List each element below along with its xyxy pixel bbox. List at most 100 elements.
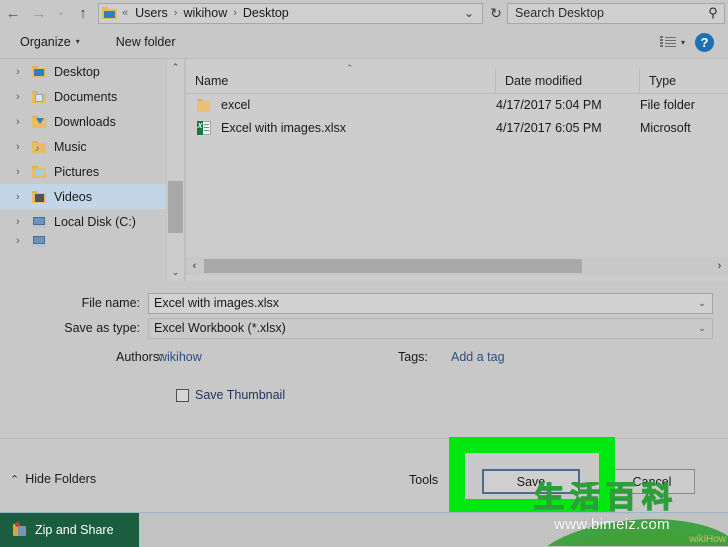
disk-icon	[31, 234, 49, 248]
documents-icon	[31, 89, 49, 105]
scrollbar-thumb[interactable]	[204, 259, 582, 273]
file-name-value: Excel with images.xlsx	[149, 296, 692, 310]
forward-button[interactable]: →	[26, 1, 52, 25]
authors-value[interactable]: wikihow	[158, 350, 202, 364]
tools-label: Tools	[409, 473, 438, 487]
organize-label: Organize	[20, 35, 71, 49]
file-list-pane: Name ⌃ Date modified Type excel 4/17/201…	[186, 59, 728, 281]
scroll-up-icon[interactable]: ⌃	[167, 59, 184, 76]
excel-file-icon: X	[195, 120, 213, 136]
tree-item-documents[interactable]: › Documents	[0, 84, 166, 109]
chevron-right-icon[interactable]: ›	[16, 141, 31, 153]
up-button[interactable]: ↑	[70, 1, 96, 25]
tree-item-partial[interactable]: ›	[0, 234, 166, 248]
scroll-left-icon[interactable]: ‹	[186, 257, 203, 275]
tree-item-label: Downloads	[52, 115, 116, 129]
table-row[interactable]: X Excel with images.xlsx 4/17/2017 6:05 …	[186, 116, 728, 139]
back-icon: ←	[6, 6, 21, 21]
breadcrumb-separator-icon[interactable]: ›	[171, 7, 181, 19]
file-name-cell: X Excel with images.xlsx	[186, 120, 496, 136]
tree-item-downloads[interactable]: › Downloads	[0, 109, 166, 134]
column-header-date-modified[interactable]: Date modified	[496, 69, 640, 93]
cancel-button[interactable]: Cancel	[609, 469, 695, 494]
breadcrumb-item-desktop[interactable]: Desktop	[240, 5, 292, 21]
table-row[interactable]: excel 4/17/2017 5:04 PM File folder	[186, 93, 728, 116]
help-button[interactable]: ?	[695, 33, 714, 52]
videos-icon	[31, 189, 49, 205]
scroll-down-icon[interactable]: ⌄	[167, 264, 184, 281]
hide-folders-label: Hide Folders	[25, 472, 96, 486]
file-type-cell: Microsoft	[640, 121, 728, 135]
arrow-up-icon: ↑	[79, 6, 87, 21]
tree-item-pictures[interactable]: › Pictures	[0, 159, 166, 184]
save-thumbnail-row[interactable]: Save Thumbnail	[176, 388, 285, 402]
file-list-header: Name ⌃ Date modified Type	[186, 69, 728, 94]
file-name-input[interactable]: Excel with images.xlsx ⌄	[148, 293, 713, 314]
recent-locations-button[interactable]: ⌄	[52, 1, 70, 25]
breadcrumb-item-wikihow[interactable]: wikihow	[180, 5, 230, 21]
downloads-icon	[31, 114, 49, 130]
tree-vertical-scrollbar[interactable]: ⌃ ⌄	[166, 59, 184, 281]
file-list-rows: excel 4/17/2017 5:04 PM File folder X Ex…	[186, 93, 728, 139]
breadcrumb-dropdown-icon[interactable]: ⌄	[456, 6, 482, 20]
sort-ascending-icon: ⌃	[346, 63, 354, 74]
add-a-tag-field[interactable]: Add a tag	[451, 350, 505, 364]
breadcrumb-separator-icon[interactable]: ›	[230, 7, 240, 19]
file-list-horizontal-scrollbar[interactable]: ‹ ›	[186, 257, 728, 275]
view-layout-icon[interactable]	[659, 35, 677, 49]
chevron-right-icon[interactable]: ›	[16, 191, 31, 203]
column-header-name[interactable]: Name ⌃	[186, 69, 496, 93]
view-options-chevron-down-icon[interactable]: ▾	[679, 38, 695, 47]
new-folder-label: New folder	[116, 35, 176, 49]
breadcrumb-overflow-icon[interactable]: «	[122, 7, 128, 19]
save-as-type-select[interactable]: Excel Workbook (*.xlsx) ⌄	[148, 318, 713, 339]
save-as-type-value: Excel Workbook (*.xlsx)	[149, 321, 692, 335]
search-icon[interactable]: ⚲	[702, 5, 724, 21]
search-placeholder: Search Desktop	[508, 6, 702, 20]
dialog-body: › Desktop › Documents › Downloads › ♪ Mu…	[0, 59, 728, 281]
chevron-right-icon[interactable]: ›	[16, 166, 31, 178]
authors-label: Authors:	[116, 350, 163, 364]
tools-button[interactable]: Tools	[409, 473, 438, 487]
metadata-row: Authors: wikihow Tags: Add a tag	[0, 348, 728, 370]
file-name-row: File name: Excel with images.xlsx ⌄	[0, 292, 728, 314]
save-thumbnail-checkbox[interactable]	[176, 389, 189, 402]
file-name-label: excel	[221, 98, 250, 112]
zip-and-share-icon	[12, 522, 28, 538]
disk-icon	[31, 214, 49, 230]
column-header-type[interactable]: Type	[640, 69, 728, 93]
tree-item-label: Documents	[52, 90, 117, 104]
folder-icon	[195, 97, 213, 113]
zip-and-share-button[interactable]: Zip and Share	[0, 513, 139, 547]
tags-label: Tags:	[398, 350, 428, 364]
chevron-down-icon: ▾	[76, 37, 80, 46]
breadcrumb[interactable]: « Users › wikihow › Desktop ⌄	[98, 3, 483, 24]
file-name-label: File name:	[0, 296, 148, 310]
scrollbar-thumb[interactable]	[168, 181, 183, 233]
tree-item-music[interactable]: › ♪ Music	[0, 134, 166, 159]
tree-item-desktop[interactable]: › Desktop	[0, 59, 166, 84]
organize-button[interactable]: Organize ▾	[14, 32, 86, 52]
refresh-button[interactable]: ↻	[485, 5, 507, 22]
chevron-right-icon[interactable]: ›	[16, 66, 31, 78]
file-date-cell: 4/17/2017 5:04 PM	[496, 98, 640, 112]
chevron-right-icon[interactable]: ›	[16, 91, 31, 103]
chevron-right-icon[interactable]: ›	[16, 116, 31, 128]
new-folder-button[interactable]: New folder	[110, 32, 182, 52]
tree-item-videos[interactable]: › Videos	[0, 184, 166, 209]
search-input[interactable]: Search Desktop ⚲	[507, 3, 725, 24]
column-label: Date modified	[505, 74, 582, 88]
chevron-down-icon[interactable]: ⌄	[692, 298, 712, 309]
pictures-icon	[31, 164, 49, 180]
chevron-right-icon[interactable]: ›	[16, 235, 31, 247]
chevron-down-icon[interactable]: ⌄	[692, 323, 712, 334]
scroll-right-icon[interactable]: ›	[711, 257, 728, 275]
breadcrumb-item-users[interactable]: Users	[132, 5, 171, 21]
back-button[interactable]: ←	[0, 1, 26, 25]
address-bar: ← → ⌄ ↑ « Users › wikihow › Desktop ⌄ ↻ …	[0, 0, 728, 26]
hide-folders-button[interactable]: ⌃ Hide Folders	[10, 472, 96, 486]
folder-icon	[102, 6, 118, 20]
tree-item-local-disk-c[interactable]: › Local Disk (C:)	[0, 209, 166, 234]
tree-item-label: Pictures	[52, 165, 99, 179]
chevron-right-icon[interactable]: ›	[16, 216, 31, 228]
